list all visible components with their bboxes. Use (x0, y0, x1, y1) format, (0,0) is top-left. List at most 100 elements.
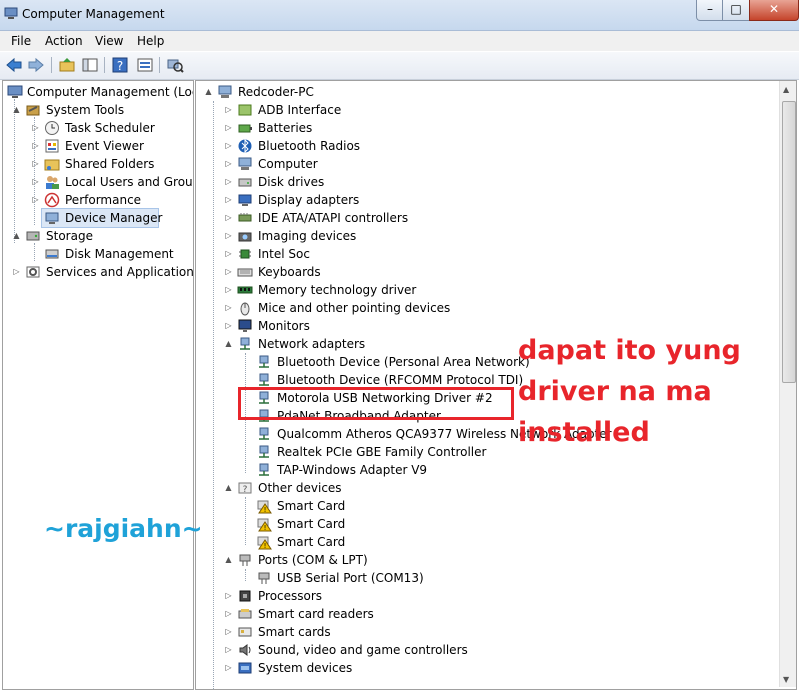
network-adapter-icon (259, 463, 269, 476)
device-item-ports-com-lpt[interactable]: ▲ Ports (COM & LPT) (196, 551, 776, 569)
vertical-scrollbar[interactable]: ▲ ▼ (779, 81, 796, 687)
device-label: Processors (258, 589, 323, 603)
tree-item-system-tools[interactable]: ▲ System Tools (3, 101, 191, 119)
processor-icon (239, 590, 251, 602)
adb-icon (238, 104, 252, 116)
tree-item-label: Services and Applications (46, 265, 194, 279)
expand-arrow-icon[interactable]: ▷ (224, 195, 233, 204)
expand-arrow-icon[interactable]: ▷ (31, 195, 40, 204)
collapse-arrow-icon[interactable]: ▲ (12, 231, 21, 240)
expand-arrow-icon[interactable]: ▷ (224, 105, 233, 114)
collapse-arrow-icon[interactable]: ▲ (224, 555, 233, 564)
device-root[interactable]: ▲ Redcoder-PC (196, 83, 776, 101)
expand-arrow-icon[interactable]: ▷ (224, 123, 233, 132)
device-item-computer[interactable]: ▷ Computer (196, 155, 776, 173)
expand-arrow-icon[interactable]: ▷ (224, 231, 233, 240)
scrollbar-thumb[interactable] (782, 101, 796, 383)
disk-drive-icon (238, 178, 252, 187)
title-bar: Computer Management – □ ✕ (0, 0, 799, 31)
expand-arrow-icon[interactable]: ▷ (31, 123, 40, 132)
device-item-usb-serial-port-com13[interactable]: USB Serial Port (COM13) (196, 569, 776, 587)
expand-arrow-icon[interactable]: ▷ (224, 141, 233, 150)
expand-arrow-icon[interactable]: ▷ (224, 609, 233, 618)
menu-file[interactable]: File (11, 34, 31, 48)
device-item-ide-ata-atapi-controllers[interactable]: ▷ IDE ATA/ATAPI controllers (196, 209, 776, 227)
tree-item-computer-management[interactable]: ▲ Computer Management (Local (3, 83, 193, 101)
collapse-arrow-icon[interactable]: ▲ (224, 483, 233, 492)
tree-item-storage[interactable]: ▲ Storage (3, 227, 191, 245)
close-button[interactable]: ✕ (749, 0, 799, 21)
device-item-processors[interactable]: ▷ Processors (196, 587, 776, 605)
tree-item-local-users[interactable]: ▷ Local Users and Groups (3, 173, 193, 191)
device-item-smart-card[interactable]: ! Smart Card (196, 515, 776, 533)
expand-arrow-icon[interactable]: ▷ (31, 141, 40, 150)
collapse-arrow-icon[interactable]: ▲ (224, 339, 233, 348)
menu-action[interactable]: Action (45, 34, 83, 48)
properties-icon[interactable] (136, 56, 154, 74)
device-item-monitors[interactable]: ▷ Monitors (196, 317, 776, 335)
expand-arrow-icon[interactable]: ▷ (31, 177, 40, 186)
scroll-down-icon[interactable]: ▼ (783, 675, 789, 684)
menu-help[interactable]: Help (137, 34, 164, 48)
expand-arrow-icon[interactable]: ▷ (224, 267, 233, 276)
device-item-smart-card[interactable]: ! Smart Card (196, 497, 776, 515)
device-item-smart-cards[interactable]: ▷ Smart cards (196, 623, 776, 641)
expand-arrow-icon[interactable]: ▷ (224, 645, 233, 654)
expand-arrow-icon[interactable]: ▷ (12, 267, 21, 276)
expand-arrow-icon[interactable]: ▷ (224, 663, 233, 672)
device-item-adb-interface[interactable]: ▷ ADB Interface (196, 101, 776, 119)
bluetooth-icon (238, 138, 252, 154)
collapse-arrow-icon[interactable]: ▲ (204, 87, 213, 96)
expand-arrow-icon[interactable]: ▷ (224, 303, 233, 312)
device-item-batteries[interactable]: ▷ Batteries (196, 119, 776, 137)
device-item-keyboards[interactable]: ▷ Keyboards (196, 263, 776, 281)
expand-arrow-icon[interactable]: ▷ (224, 321, 233, 330)
expand-arrow-icon[interactable]: ▷ (31, 159, 40, 168)
menu-view[interactable]: View (95, 34, 123, 48)
device-item-qualcomm-atheros-qca9377-wireless-network-adapter[interactable]: Qualcomm Atheros QCA9377 Wireless Networ… (196, 425, 776, 443)
device-label: Display adapters (258, 193, 360, 207)
device-item-intel-soc[interactable]: ▷ Intel Soc (196, 245, 776, 263)
storage-icon (26, 231, 40, 241)
device-item-smart-card[interactable]: ! Smart Card (196, 533, 776, 551)
tree-item-shared-folders[interactable]: ▷ Shared Folders (3, 155, 191, 173)
device-item-bluetooth-radios[interactable]: ▷ Bluetooth Radios (196, 137, 776, 155)
show-hide-tree-icon[interactable] (81, 56, 99, 74)
expand-arrow-icon[interactable]: ▷ (224, 249, 233, 258)
scroll-up-icon[interactable]: ▲ (783, 85, 789, 94)
shared-folder-icon (44, 159, 60, 171)
tree-item-disk-management[interactable]: Disk Management (3, 245, 191, 263)
device-item-disk-drives[interactable]: ▷ Disk drives (196, 173, 776, 191)
tree-item-event-viewer[interactable]: ▷ Event Viewer (3, 137, 191, 155)
device-item-imaging-devices[interactable]: ▷ Imaging devices (196, 227, 776, 245)
device-item-memory-technology-driver[interactable]: ▷ Memory technology driver (196, 281, 776, 299)
device-item-display-adapters[interactable]: ▷ Display adapters (196, 191, 776, 209)
back-arrow-icon[interactable] (5, 56, 23, 74)
device-item-smart-card-readers[interactable]: ▷ Smart card readers (196, 605, 776, 623)
help-icon[interactable]: ? (111, 56, 129, 74)
forward-arrow-icon[interactable] (27, 56, 45, 74)
tree-item-services-applications[interactable]: ▷ Services and Applications (3, 263, 194, 281)
device-item-realtek-pcie-gbe-family-controller[interactable]: Realtek PCIe GBE Family Controller (196, 443, 776, 461)
maximize-button[interactable]: □ (722, 0, 750, 21)
expand-arrow-icon[interactable]: ▷ (224, 627, 233, 636)
expand-arrow-icon[interactable]: ▷ (224, 159, 233, 168)
up-folder-icon[interactable] (58, 56, 76, 74)
device-label: Intel Soc (258, 247, 310, 261)
device-item-tap-windows-adapter-v9[interactable]: TAP-Windows Adapter V9 (196, 461, 776, 479)
device-item-system-devices[interactable]: ▷ System devices (196, 659, 776, 677)
device-item-other-devices[interactable]: ▲? Other devices (196, 479, 776, 497)
scan-hardware-icon[interactable] (166, 56, 184, 74)
expand-arrow-icon[interactable]: ▷ (224, 177, 233, 186)
minimize-button[interactable]: – (696, 0, 724, 21)
device-item-mice-and-other-pointing-devices[interactable]: ▷ Mice and other pointing devices (196, 299, 776, 317)
tree-item-task-scheduler[interactable]: ▷ Task Scheduler (3, 119, 191, 137)
device-item-sound-video-and-game-controllers[interactable]: ▷ Sound, video and game controllers (196, 641, 776, 659)
expand-arrow-icon[interactable]: ▷ (224, 213, 233, 222)
expand-arrow-icon[interactable]: ▷ (224, 285, 233, 294)
collapse-arrow-icon[interactable]: ▲ (12, 105, 21, 114)
mouse-icon (240, 302, 250, 316)
tree-item-device-manager[interactable]: Device Manager (41, 208, 162, 228)
expand-arrow-icon[interactable]: ▷ (224, 591, 233, 600)
tree-item-performance[interactable]: ▷ Performance (3, 191, 191, 209)
